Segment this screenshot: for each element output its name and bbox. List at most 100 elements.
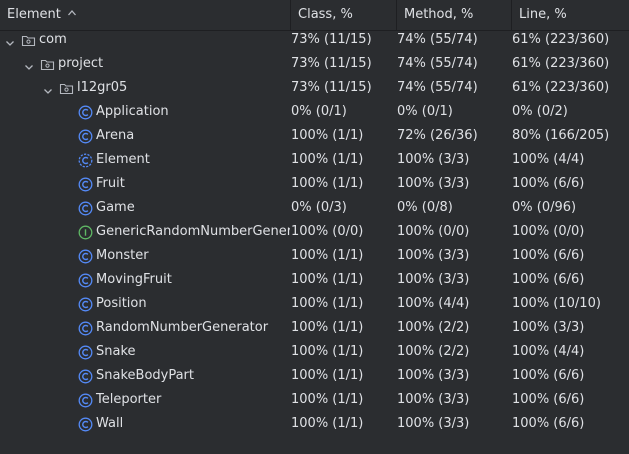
table-row[interactable]: l12gr05 73% (11/15) 74% (55/74) 61% (223/36… (0, 76, 629, 100)
table-row[interactable]: Position 100% (1/1) 100% (4/4) 100% (10/10) (0, 292, 629, 316)
element-name: Teleporter (96, 392, 162, 407)
element-cell: com (0, 28, 290, 52)
element-name: Game (96, 200, 135, 215)
table-row[interactable]: MovingFruit 100% (1/1) 100% (3/3) 100% (6/6… (0, 268, 629, 292)
table-row[interactable]: com 73% (11/15) 74% (55/74) 61% (223/360) (0, 28, 629, 52)
class-coverage-cell: 0% (0/1) (291, 104, 347, 119)
element-cell: Application (0, 100, 290, 124)
table-row[interactable]: GenericRandomNumberGenera 100% (0/0) 100% … (0, 220, 629, 244)
line-coverage-cell: 100% (4/4) (512, 344, 585, 359)
class-coverage-cell: 100% (1/1) (291, 416, 364, 431)
method-coverage-cell: 100% (2/2) (397, 344, 470, 359)
chevron-down-icon[interactable] (42, 82, 54, 94)
line-coverage-cell: 61% (223/360) (512, 56, 610, 71)
class-icon (78, 321, 93, 336)
method-coverage-cell: 100% (3/3) (397, 248, 470, 263)
class-icon (78, 249, 93, 264)
class-icon (78, 345, 93, 360)
table-header: Element Class, % Method, % Line, % (0, 0, 629, 31)
column-header-method[interactable]: Method, % (396, 0, 511, 30)
column-header-class-label: Class, % (298, 7, 353, 22)
element-cell: RandomNumberGenerator (0, 316, 290, 340)
line-coverage-cell: 80% (166/205) (512, 128, 610, 143)
element-cell: GenericRandomNumberGenera (0, 220, 290, 244)
table-row[interactable]: Element 100% (1/1) 100% (3/3) 100% (4/4) (0, 148, 629, 172)
chevron-down-icon[interactable] (23, 58, 35, 70)
table-row[interactable]: Arena 100% (1/1) 72% (26/36) 80% (166/205) (0, 124, 629, 148)
class-icon (78, 273, 93, 288)
element-cell: Snake (0, 340, 290, 364)
element-name: Wall (96, 416, 124, 431)
package-folder-icon (21, 33, 36, 48)
method-coverage-cell: 100% (3/3) (397, 272, 470, 287)
line-coverage-cell: 100% (10/10) (512, 296, 601, 311)
class-coverage-cell: 100% (1/1) (291, 152, 364, 167)
table-row[interactable]: Snake 100% (1/1) 100% (2/2) 100% (4/4) (0, 340, 629, 364)
class-coverage-cell: 100% (1/1) (291, 248, 364, 263)
table-row[interactable]: RandomNumberGenerator 100% (1/1) 100% (2/2… (0, 316, 629, 340)
class-coverage-cell: 100% (1/1) (291, 344, 364, 359)
element-name: Fruit (96, 176, 125, 191)
element-cell: l12gr05 (0, 76, 290, 100)
column-header-class[interactable]: Class, % (290, 0, 396, 30)
method-coverage-cell: 74% (55/74) (397, 80, 478, 95)
element-name: Monster (96, 248, 149, 263)
table-row[interactable]: Fruit 100% (1/1) 100% (3/3) 100% (6/6) (0, 172, 629, 196)
method-coverage-cell: 100% (3/3) (397, 176, 470, 191)
line-coverage-cell: 61% (223/360) (512, 80, 610, 95)
element-cell: Teleporter (0, 388, 290, 412)
element-cell: Position (0, 292, 290, 316)
line-coverage-cell: 0% (0/96) (512, 200, 577, 215)
element-cell: Element (0, 148, 290, 172)
element-cell: Game (0, 196, 290, 220)
element-cell: Fruit (0, 172, 290, 196)
column-header-element[interactable]: Element (0, 0, 290, 30)
class-coverage-cell: 100% (1/1) (291, 392, 364, 407)
method-coverage-cell: 100% (0/0) (397, 224, 470, 239)
class-icon (78, 393, 93, 408)
line-coverage-cell: 0% (0/2) (512, 104, 568, 119)
class-icon (78, 417, 93, 432)
column-header-line[interactable]: Line, % (511, 0, 629, 30)
class-coverage-cell: 100% (1/1) (291, 368, 364, 383)
method-coverage-cell: 72% (26/36) (397, 128, 478, 143)
abstract-class-icon (78, 153, 93, 168)
element-name: l12gr05 (77, 80, 128, 95)
column-header-method-label: Method, % (404, 7, 474, 22)
table-row[interactable]: Game 0% (0/3) 0% (0/8) 0% (0/96) (0, 196, 629, 220)
table-row[interactable]: Monster 100% (1/1) 100% (3/3) 100% (6/6) (0, 244, 629, 268)
interface-icon (78, 225, 93, 240)
method-coverage-cell: 74% (55/74) (397, 32, 478, 47)
package-folder-icon (59, 81, 74, 96)
package-folder-icon (40, 57, 55, 72)
class-icon (78, 201, 93, 216)
element-name: Application (96, 104, 169, 119)
class-coverage-cell: 100% (1/1) (291, 296, 364, 311)
element-cell: Wall (0, 412, 290, 436)
line-coverage-cell: 100% (0/0) (512, 224, 585, 239)
sort-ascending-icon (67, 9, 76, 15)
line-coverage-cell: 100% (6/6) (512, 392, 585, 407)
element-name: MovingFruit (96, 272, 172, 287)
line-coverage-cell: 100% (3/3) (512, 320, 585, 335)
element-name: project (58, 56, 104, 71)
method-coverage-cell: 0% (0/8) (397, 200, 453, 215)
element-name: com (39, 32, 67, 47)
element-cell: SnakeBodyPart (0, 364, 290, 388)
line-coverage-cell: 100% (6/6) (512, 416, 585, 431)
table-row[interactable]: project 73% (11/15) 74% (55/74) 61% (223/36… (0, 52, 629, 76)
table-row[interactable]: Teleporter 100% (1/1) 100% (3/3) 100% (6/6) (0, 388, 629, 412)
class-icon (78, 369, 93, 384)
table-row[interactable]: SnakeBodyPart 100% (1/1) 100% (3/3) 100% (6… (0, 364, 629, 388)
table-row[interactable]: Application 0% (0/1) 0% (0/1) 0% (0/2) (0, 100, 629, 124)
class-coverage-cell: 100% (1/1) (291, 128, 364, 143)
chevron-down-icon[interactable] (4, 34, 16, 46)
column-header-line-label: Line, % (519, 7, 567, 22)
table-row[interactable]: Wall 100% (1/1) 100% (3/3) 100% (6/6) (0, 412, 629, 436)
method-coverage-cell: 100% (3/3) (397, 416, 470, 431)
line-coverage-cell: 100% (6/6) (512, 272, 585, 287)
element-name: Arena (96, 128, 135, 143)
class-icon (78, 177, 93, 192)
class-icon (78, 297, 93, 312)
element-name: Element (96, 152, 150, 167)
